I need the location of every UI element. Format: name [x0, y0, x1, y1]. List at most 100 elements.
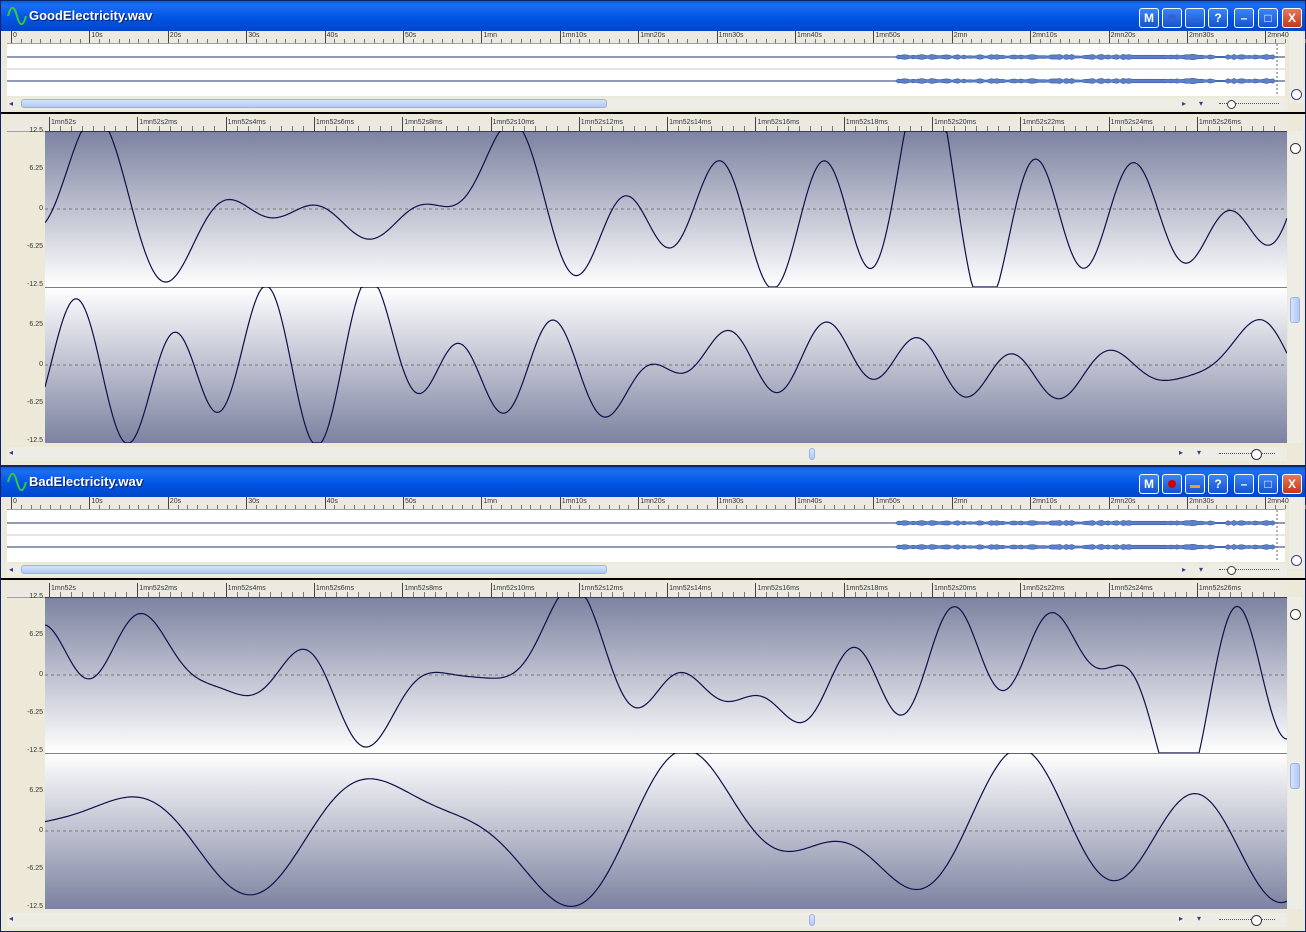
dropdown-icon[interactable]: ▾ [1197, 447, 1201, 459]
ruler-label: 2mn30s [1189, 498, 1214, 505]
overview-vertical-zoom[interactable] [1289, 31, 1303, 103]
ruler-minor-tick [216, 505, 218, 509]
overview-time-ruler[interactable]: 0 10s 20s 30s 40s 50s 1mn 1mn10s 1mn20s 1mn30s 1mn… [7, 31, 1306, 44]
zoom-knob-icon [1291, 89, 1302, 100]
ruler-minor-tick [30, 39, 32, 43]
vertical-scroll-thumb[interactable] [1290, 297, 1300, 323]
overview-scrollbar[interactable]: ◂ ▸ ▾ [7, 98, 1287, 110]
vertical-zoom-knob-icon[interactable] [1290, 609, 1301, 620]
ruler-label: 1mn52s6ms [315, 585, 355, 592]
ruler-minor-tick [648, 39, 649, 43]
record-button[interactable] [1162, 8, 1182, 28]
ruler-minor-tick [207, 505, 208, 509]
detail-time-ruler[interactable]: 1mn52s 1mn52s2ms 1mn52s4ms 1mn52s6ms 1mn52s8… [7, 583, 1287, 598]
maximize-button[interactable]: □ [1258, 474, 1278, 494]
ruler-minor-tick [1020, 505, 1022, 509]
ruler-tick [1108, 117, 1110, 131]
ruler-label: 30s [248, 498, 260, 505]
amplitude-label: 0 [39, 205, 43, 212]
ruler-minor-tick [853, 39, 855, 43]
ruler-minor-tick [1020, 39, 1022, 43]
play-button[interactable] [1185, 474, 1205, 494]
minimize-button[interactable]: – [1234, 8, 1254, 28]
scroll-right-icon[interactable]: ▸ [1179, 447, 1183, 459]
overview-scroll-thumb[interactable] [21, 565, 607, 574]
overview-scrollbar[interactable]: ◂ ▸ ▾ [7, 564, 1287, 576]
ruler-minor-tick [236, 39, 238, 43]
minimize-button[interactable]: – [1234, 474, 1254, 494]
waveform-channel[interactable] [44, 286, 1288, 444]
scroll-right-icon[interactable]: ▸ [1179, 913, 1183, 925]
ruler-minor-tick [226, 505, 228, 509]
ruler-minor-tick [1138, 39, 1139, 43]
ruler-minor-tick [1098, 505, 1100, 509]
ruler-minor-tick [579, 39, 581, 43]
ruler-tick [225, 117, 227, 131]
ruler-label: 1mn52s6ms [315, 119, 355, 126]
overview-scroll-thumb[interactable] [21, 99, 607, 108]
scroll-right-icon[interactable]: ▸ [1182, 564, 1186, 576]
overview-time-ruler[interactable]: 0 10s 20s 30s 40s 50s 1mn 1mn10s 1mn20s 1mn30s 1mn… [7, 497, 1306, 510]
ruler-minor-tick [314, 39, 316, 43]
ruler-minor-tick [432, 505, 434, 509]
scroll-right-icon[interactable]: ▸ [1182, 98, 1186, 110]
ruler-minor-tick [295, 505, 297, 509]
vertical-scroll-thumb[interactable] [1290, 763, 1300, 789]
ruler-tick [11, 497, 12, 509]
detail-scrollbar[interactable]: ◂ ▸ ▾ [7, 913, 1287, 927]
ruler-minor-tick [687, 505, 689, 509]
overview-waveform[interactable] [7, 44, 1285, 96]
ruler-label: 10s [91, 32, 103, 39]
maximize-button[interactable]: □ [1258, 8, 1278, 28]
close-button[interactable]: X [1282, 474, 1302, 494]
detail-vertical-scrollbar[interactable] [1288, 131, 1303, 443]
ruler-minor-tick [40, 39, 42, 43]
ruler-minor-tick [785, 505, 787, 509]
monitor-button[interactable]: M [1139, 474, 1159, 494]
title-bar[interactable]: GoodElectricity.wav M? – □ X [1, 1, 1305, 31]
detail-scroll-thumb[interactable] [809, 914, 815, 926]
title-bar[interactable]: BadElectricity.wav M? – □ X [1, 467, 1305, 497]
ruler-minor-tick [197, 505, 199, 509]
ruler-minor-tick [961, 505, 963, 509]
close-button[interactable]: X [1282, 8, 1302, 28]
scroll-left-icon[interactable]: ◂ [9, 913, 13, 925]
ruler-minor-tick [207, 39, 208, 43]
help-button[interactable]: ? [1208, 474, 1228, 494]
scroll-left-icon[interactable]: ◂ [9, 564, 13, 576]
zoom-slider[interactable] [1219, 453, 1275, 455]
ruler-minor-tick [677, 505, 679, 509]
scroll-left-icon[interactable]: ◂ [9, 98, 13, 110]
detail-scroll-thumb[interactable] [809, 448, 815, 460]
ruler-tick [324, 31, 326, 43]
ruler-minor-tick [285, 39, 287, 43]
overview-vertical-zoom[interactable] [1289, 497, 1303, 569]
play-button[interactable] [1185, 8, 1205, 28]
help-button[interactable]: ? [1208, 8, 1228, 28]
ruler-minor-tick [550, 505, 551, 509]
dropdown-icon[interactable]: ▾ [1197, 913, 1201, 925]
zoom-slider[interactable] [1219, 919, 1275, 921]
detail-time-ruler[interactable]: 1mn52s 1mn52s2ms 1mn52s4ms 1mn52s6ms 1mn52s8… [7, 117, 1287, 132]
waveform-channel[interactable] [44, 752, 1288, 909]
record-button[interactable] [1162, 474, 1182, 494]
ruler-minor-tick [569, 39, 571, 43]
ruler-minor-tick [824, 39, 826, 43]
detail-scrollbar[interactable]: ◂ ▸ ▾ [7, 447, 1287, 461]
ruler-minor-tick [1177, 505, 1179, 509]
vertical-zoom-knob-icon[interactable] [1290, 143, 1301, 154]
waveform-channel[interactable] [44, 596, 1288, 754]
monitor-button[interactable]: M [1139, 8, 1159, 28]
overview-waveform[interactable] [7, 510, 1285, 562]
ruler-minor-tick [902, 39, 904, 43]
ruler-tick [795, 497, 796, 509]
ruler-label: 1mn52s10ms [492, 585, 535, 592]
ruler-minor-tick [148, 505, 150, 509]
scroll-left-icon[interactable]: ◂ [9, 447, 13, 459]
ruler-label: 2mn20s [1110, 32, 1136, 39]
ruler-label: 1mn [483, 498, 498, 505]
dropdown-icon[interactable]: ▾ [1199, 564, 1203, 576]
dropdown-icon[interactable]: ▾ [1199, 98, 1203, 110]
waveform-channel[interactable] [44, 130, 1288, 288]
detail-vertical-scrollbar[interactable] [1288, 597, 1303, 909]
